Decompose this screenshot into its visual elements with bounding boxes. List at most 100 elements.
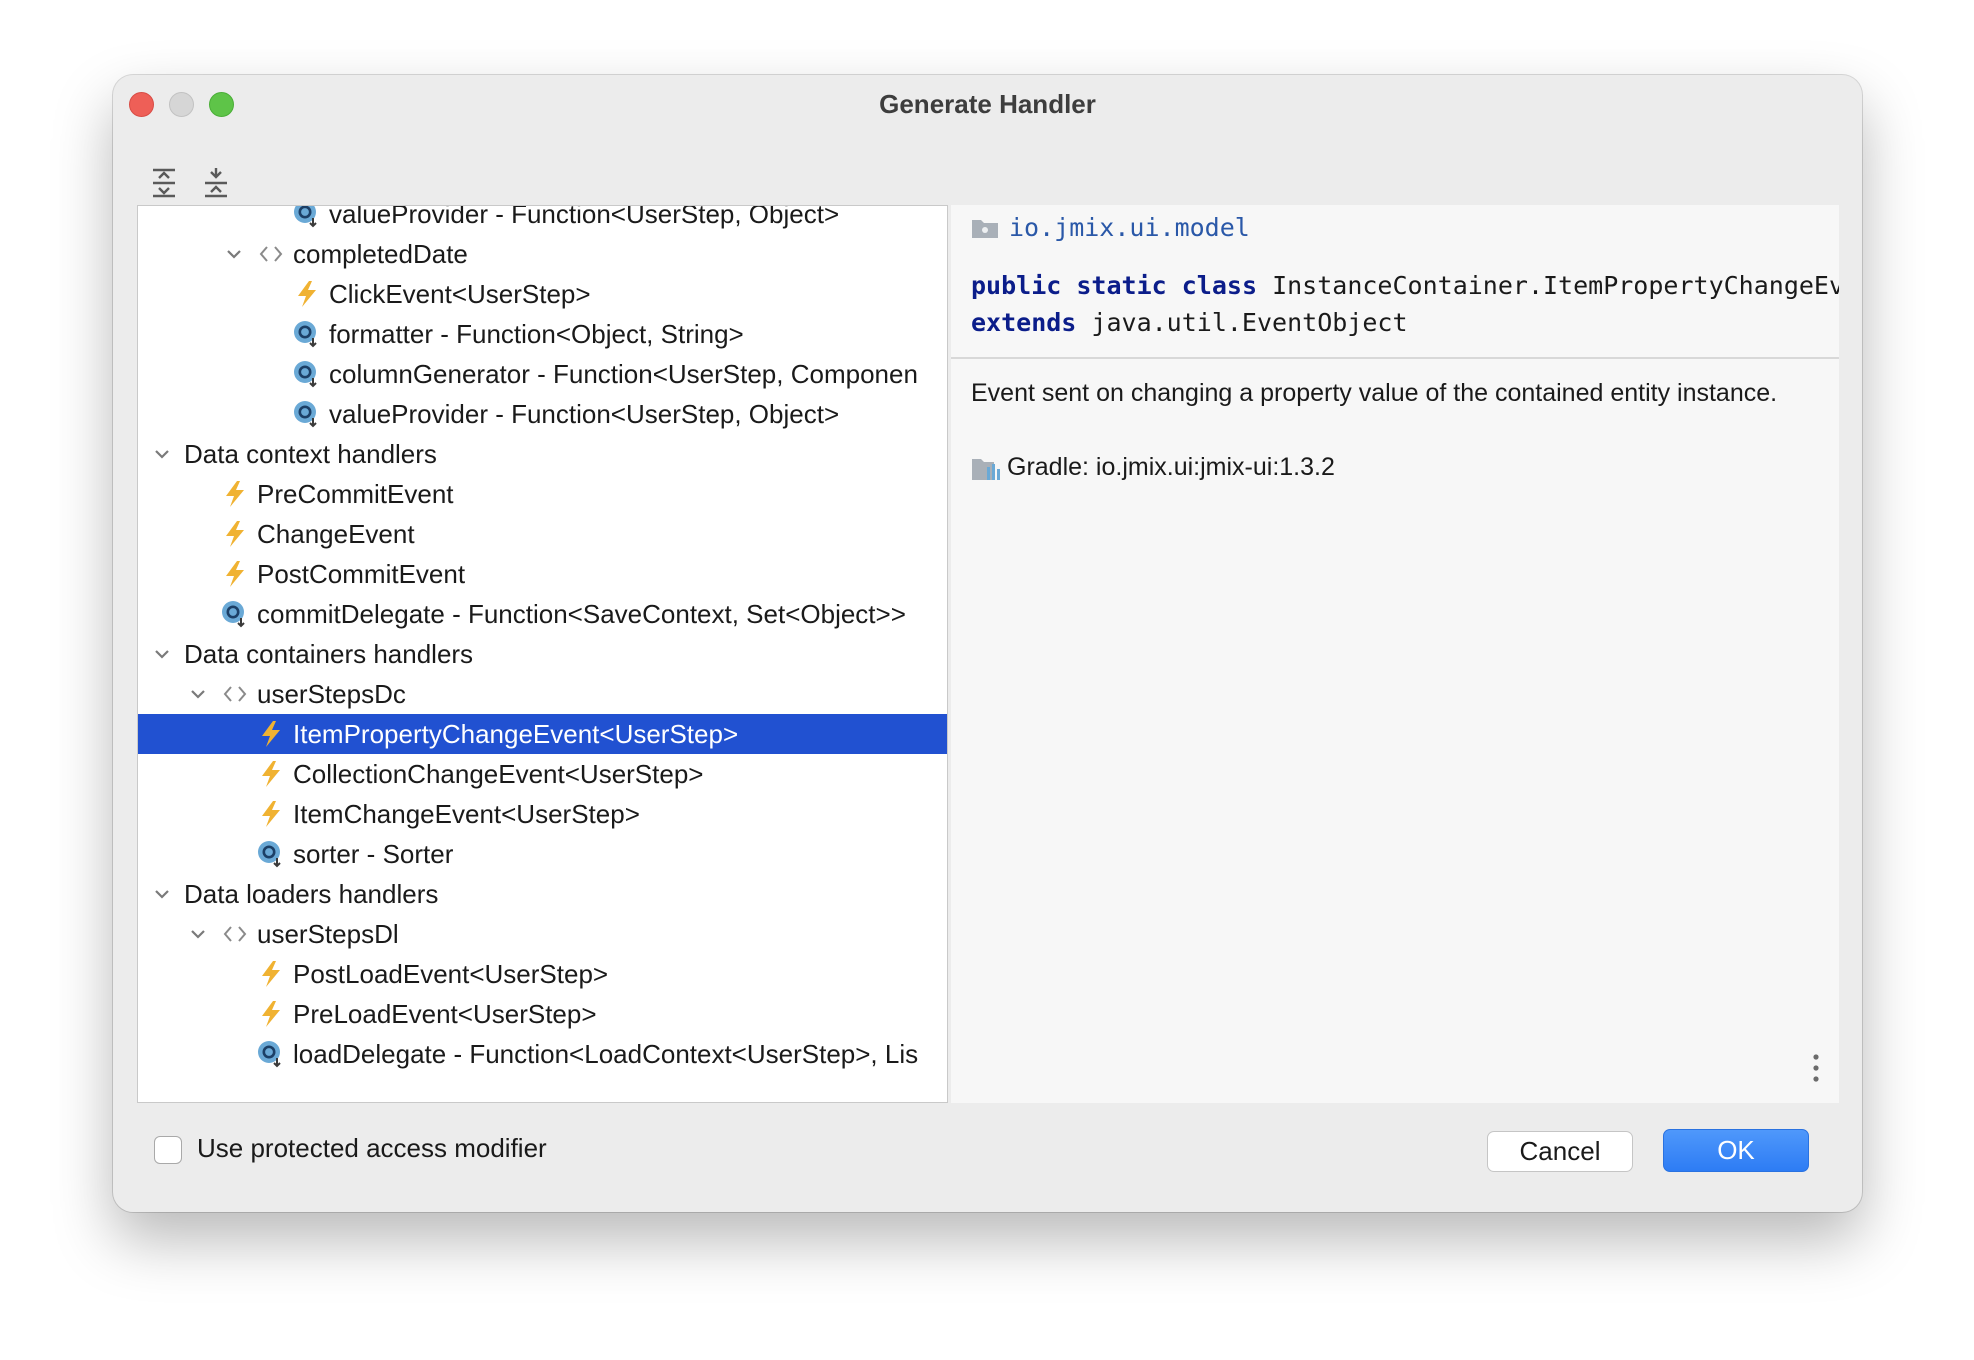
class-description: Event sent on changing a property value … (971, 379, 1778, 407)
tree-row[interactable]: CollectionChangeEvent<UserStep> (138, 754, 947, 794)
tree-row[interactable]: PreCommitEvent (138, 474, 947, 514)
chevron-down-icon[interactable] (184, 920, 212, 948)
event-bolt-icon (256, 959, 286, 989)
protected-modifier-label[interactable]: Use protected access modifier (197, 1133, 547, 1164)
ok-button[interactable]: OK (1663, 1129, 1809, 1172)
method-icon (220, 599, 250, 629)
keyword-class: class (1181, 271, 1258, 300)
package-line: io.jmix.ui.model (971, 213, 1250, 242)
super-class-name: java.util.EventObject (1091, 308, 1408, 337)
component-brackets-icon (256, 239, 286, 269)
tree-row-label: Data containers handlers (184, 638, 474, 669)
method-icon (292, 206, 322, 229)
library-icon (972, 458, 1000, 480)
package-folder-icon (972, 219, 998, 238)
tree-row[interactable]: completedDate (138, 234, 947, 274)
tree-row-label: PreLoadEvent<UserStep> (293, 998, 597, 1029)
title-bar[interactable]: Generate Handler (113, 75, 1862, 135)
tree-row[interactable]: sorter - Sorter (138, 834, 947, 874)
event-bolt-icon (220, 479, 250, 509)
tree-row[interactable]: PreLoadEvent<UserStep> (138, 994, 947, 1034)
collapse-all-button[interactable] (201, 163, 231, 203)
tree-row-label: valueProvider - Function<UserStep, Objec… (329, 205, 840, 229)
component-brackets-icon (220, 679, 250, 709)
tree-row-label: userStepsDc (257, 678, 406, 709)
tree-row[interactable]: ChangeEvent (138, 514, 947, 554)
component-brackets-icon (220, 919, 250, 949)
tree-toolbar (149, 163, 231, 203)
chevron-down-icon[interactable] (148, 880, 176, 908)
tree-row[interactable]: PostCommitEvent (138, 554, 947, 594)
window-title: Generate Handler (879, 89, 1096, 119)
class-signature: public static class InstanceContainer.It… (971, 267, 1839, 341)
tree-row[interactable]: userStepsDc (138, 674, 947, 714)
method-icon (256, 839, 286, 869)
chevron-down-icon[interactable] (184, 680, 212, 708)
tree-row-label: commitDelegate - Function<SaveContext, S… (257, 598, 906, 629)
tree-row-label: PostLoadEvent<UserStep> (293, 958, 609, 989)
protected-modifier-checkbox[interactable] (154, 1136, 182, 1164)
tree-row-label: CollectionChangeEvent<UserStep> (293, 758, 704, 789)
tree-row-label: PostCommitEvent (257, 558, 466, 589)
tree-row-label: sorter - Sorter (293, 838, 454, 869)
keyword-extends: extends (971, 308, 1077, 337)
tree-row-label: valueProvider - Function<UserStep, Objec… (329, 398, 840, 429)
event-bolt-icon (220, 559, 250, 589)
tree-row-label: formatter - Function<Object, String> (329, 318, 744, 349)
tree-row-label: PreCommitEvent (257, 478, 454, 509)
generate-handler-dialog: Generate Handler valueProvider - Functio… (113, 75, 1862, 1212)
tree-row[interactable]: Data containers handlers (138, 634, 947, 674)
chevron-down-icon[interactable] (148, 640, 176, 668)
keyword-static: static (1076, 271, 1167, 300)
handler-tree[interactable]: valueProvider - Function<UserStep, Objec… (137, 205, 948, 1103)
tree-row-label: ClickEvent<UserStep> (329, 278, 591, 309)
collapse-all-icon (205, 168, 227, 198)
tree-row[interactable]: formatter - Function<Object, String> (138, 314, 947, 354)
tree-row-label: Data loaders handlers (184, 878, 439, 909)
tree-row[interactable]: userStepsDl (138, 914, 947, 954)
tree-row[interactable]: valueProvider - Function<UserStep, Objec… (138, 205, 947, 234)
method-icon (256, 1039, 286, 1069)
tree-row-label: Data context handlers (184, 438, 437, 469)
tree-row-selected[interactable]: ItemPropertyChangeEvent<UserStep> (138, 714, 947, 754)
method-icon (292, 399, 322, 429)
tree-row[interactable]: ClickEvent<UserStep> (138, 274, 947, 314)
expand-all-icon (153, 168, 175, 198)
tree-row-label: ChangeEvent (257, 518, 415, 549)
tree-row-label: columnGenerator - Function<UserStep, Com… (329, 358, 918, 389)
package-name-link[interactable]: io.jmix.ui.model (1009, 213, 1250, 242)
more-options-icon[interactable] (1811, 1053, 1821, 1083)
tree-row[interactable]: Data context handlers (138, 434, 947, 474)
method-icon (292, 359, 322, 389)
tree-row[interactable]: columnGenerator - Function<UserStep, Com… (138, 354, 947, 394)
tree-row[interactable]: Data loaders handlers (138, 874, 947, 914)
class-name: InstanceContainer.ItemPropertyChangeEven… (1272, 271, 1839, 300)
tree-row[interactable]: ItemChangeEvent<UserStep> (138, 794, 947, 834)
event-bolt-icon (256, 759, 286, 789)
tree-row[interactable]: PostLoadEvent<UserStep> (138, 954, 947, 994)
expand-all-button[interactable] (149, 163, 179, 203)
event-bolt-icon (292, 279, 322, 309)
cancel-button[interactable]: Cancel (1487, 1131, 1633, 1172)
gradle-library-line: Gradle: io.jmix.ui:jmix-ui:1.3.2 (971, 453, 1335, 482)
tree-row-label: loadDelegate - Function<LoadContext<User… (293, 1038, 919, 1069)
chevron-down-icon[interactable] (148, 440, 176, 468)
tree-row[interactable]: commitDelegate - Function<SaveContext, S… (138, 594, 947, 634)
tree-row[interactable]: valueProvider - Function<UserStep, Objec… (138, 394, 947, 434)
method-icon (292, 319, 322, 349)
chevron-down-icon[interactable] (220, 240, 248, 268)
tree-row[interactable]: loadDelegate - Function<LoadContext<User… (138, 1034, 947, 1074)
tree-row-label: ItemChangeEvent<UserStep> (293, 798, 640, 829)
